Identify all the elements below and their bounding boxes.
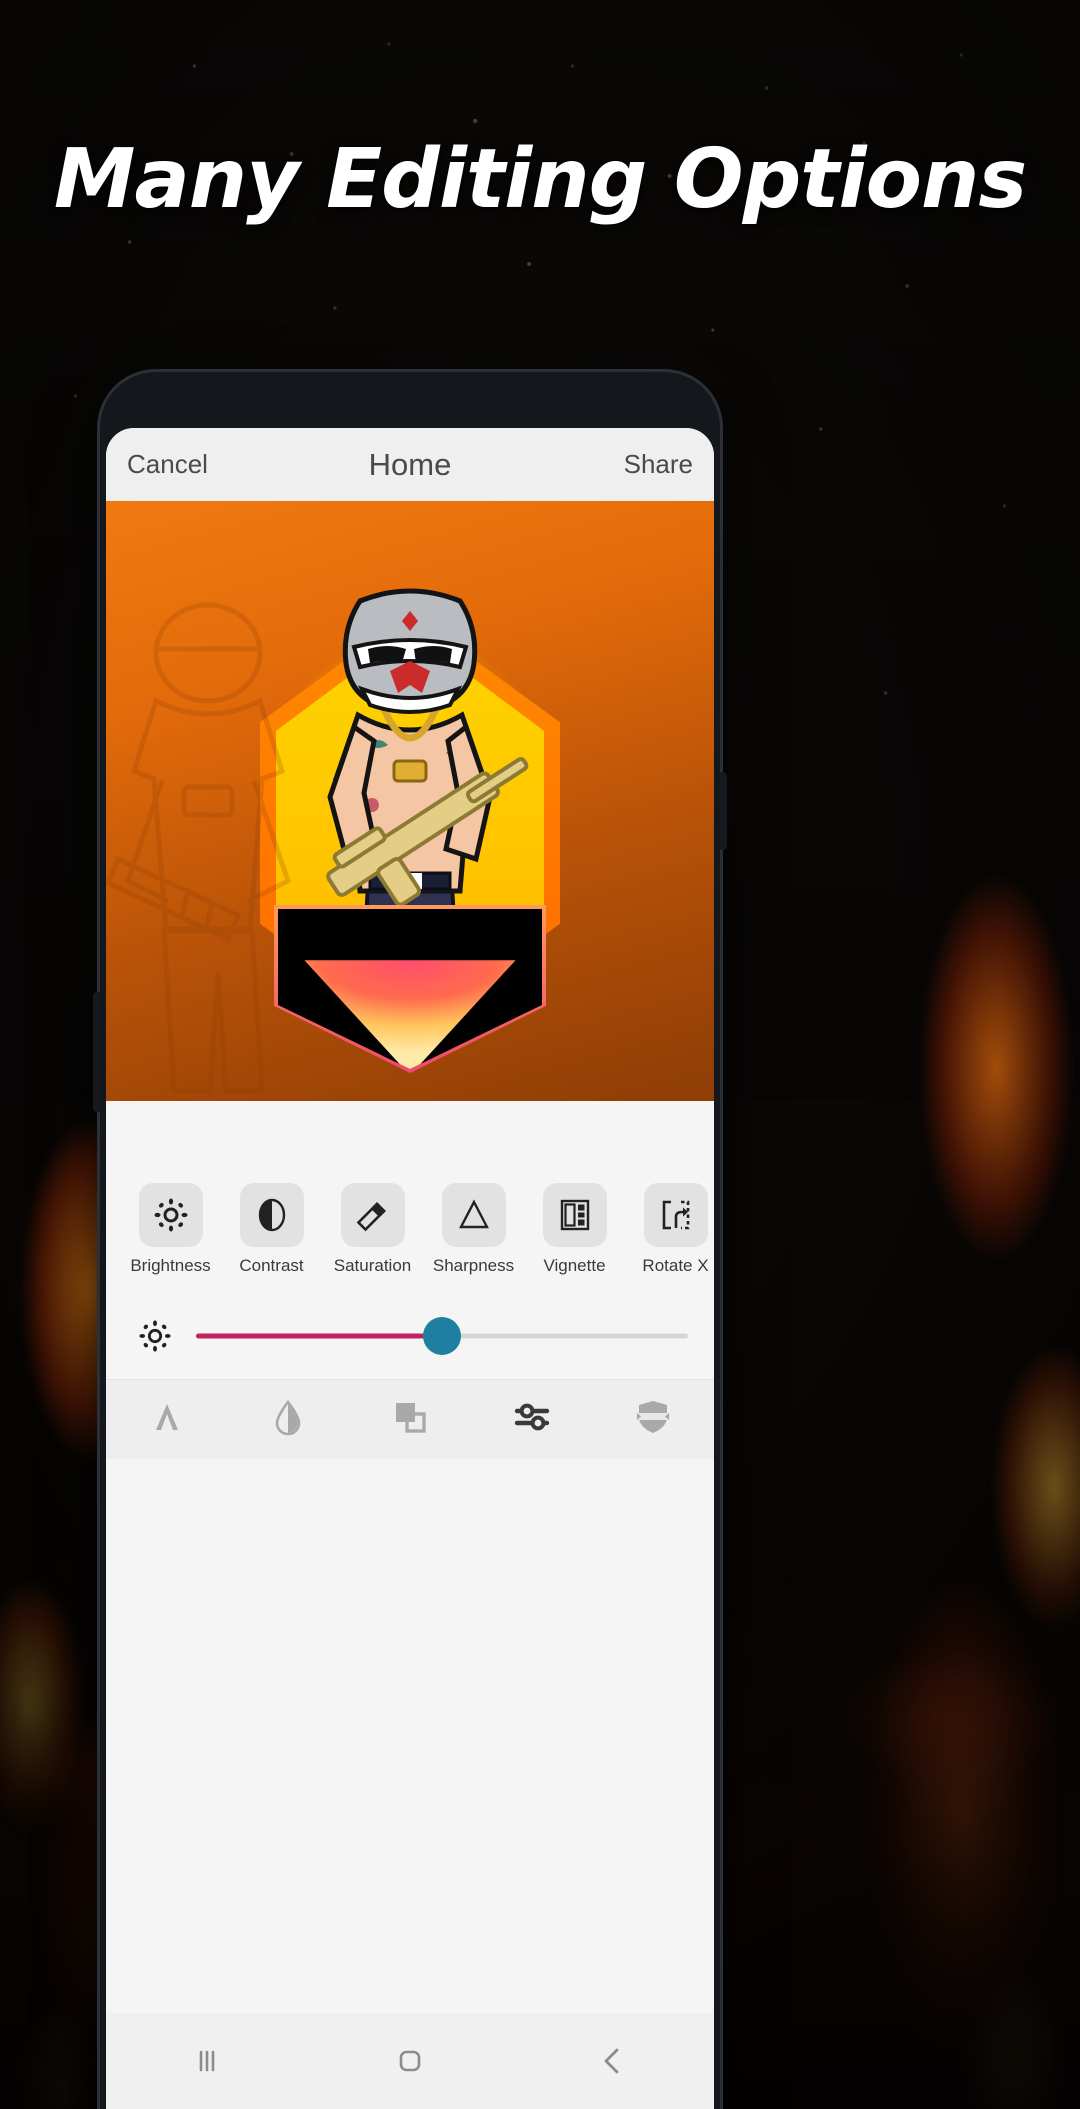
tool-strip[interactable]: Brightness Contrast Saturation Sharpness… [106, 1183, 714, 1293]
editor-tabbar[interactable] [106, 1379, 714, 1459]
eyedropper-icon [340, 1183, 405, 1247]
edit-panel: Brightness Contrast Saturation Sharpness… [106, 1101, 714, 2109]
panel-filler [106, 1459, 714, 2013]
phone-screen: Cancel Home Share Brightness Contrast Sa… [106, 428, 714, 2109]
tool-contrast[interactable]: Contrast [221, 1183, 322, 1276]
tab-overlay[interactable] [349, 1396, 471, 1443]
edit-panel-spacer [106, 1101, 714, 1183]
triangle-icon [441, 1183, 506, 1247]
slider-track-area[interactable] [196, 1316, 688, 1356]
brightness-icon [128, 1319, 182, 1353]
tab-adjust[interactable] [471, 1395, 593, 1444]
contrast-icon [239, 1183, 304, 1247]
tool-brightness[interactable]: Brightness [120, 1183, 221, 1276]
tool-rotate-x[interactable]: Rotate X [625, 1183, 714, 1276]
tool-vignette[interactable]: Vignette [524, 1183, 625, 1276]
volume-button[interactable] [93, 992, 100, 1112]
tool-label: Brightness [130, 1256, 211, 1275]
tool-saturation[interactable]: Saturation [322, 1183, 423, 1276]
tool-label: Contrast [239, 1256, 304, 1275]
sliders-icon [510, 1395, 554, 1444]
vignette-icon [542, 1183, 607, 1247]
adjust-slider-row[interactable] [106, 1293, 714, 1379]
tool-sharpness[interactable]: Sharpness [423, 1183, 524, 1276]
slider-fill [196, 1333, 442, 1339]
tab-text[interactable] [106, 1395, 228, 1444]
text-a-icon [145, 1395, 189, 1444]
shield-icon [632, 1396, 674, 1443]
slider-thumb[interactable] [423, 1317, 461, 1355]
power-button[interactable] [720, 772, 727, 850]
android-system-nav[interactable] [106, 2013, 714, 2109]
app-navbar: Cancel Home Share [106, 428, 714, 501]
tool-label: Sharpness [432, 1256, 515, 1275]
rotate-x-icon [643, 1183, 708, 1247]
promo-headline: Many Editing Options [53, 132, 1027, 227]
tool-label: Saturation [333, 1256, 412, 1275]
back-chevron-icon[interactable] [511, 2039, 714, 2083]
tab-badge[interactable] [592, 1396, 714, 1443]
tool-label: Vignette [543, 1256, 606, 1275]
share-button[interactable]: Share [624, 449, 693, 480]
layers-icon [389, 1396, 431, 1443]
phone-mockup: Cancel Home Share Brightness Contrast Sa… [93, 372, 727, 2109]
home-square-icon[interactable] [309, 2039, 512, 2083]
recents-icon[interactable] [106, 2039, 309, 2083]
brightness-icon [138, 1183, 203, 1247]
droplet-icon [268, 1397, 308, 1442]
image-canvas[interactable] [106, 501, 714, 1101]
tool-label: Rotate X [642, 1256, 709, 1275]
tab-filter[interactable] [228, 1397, 350, 1442]
